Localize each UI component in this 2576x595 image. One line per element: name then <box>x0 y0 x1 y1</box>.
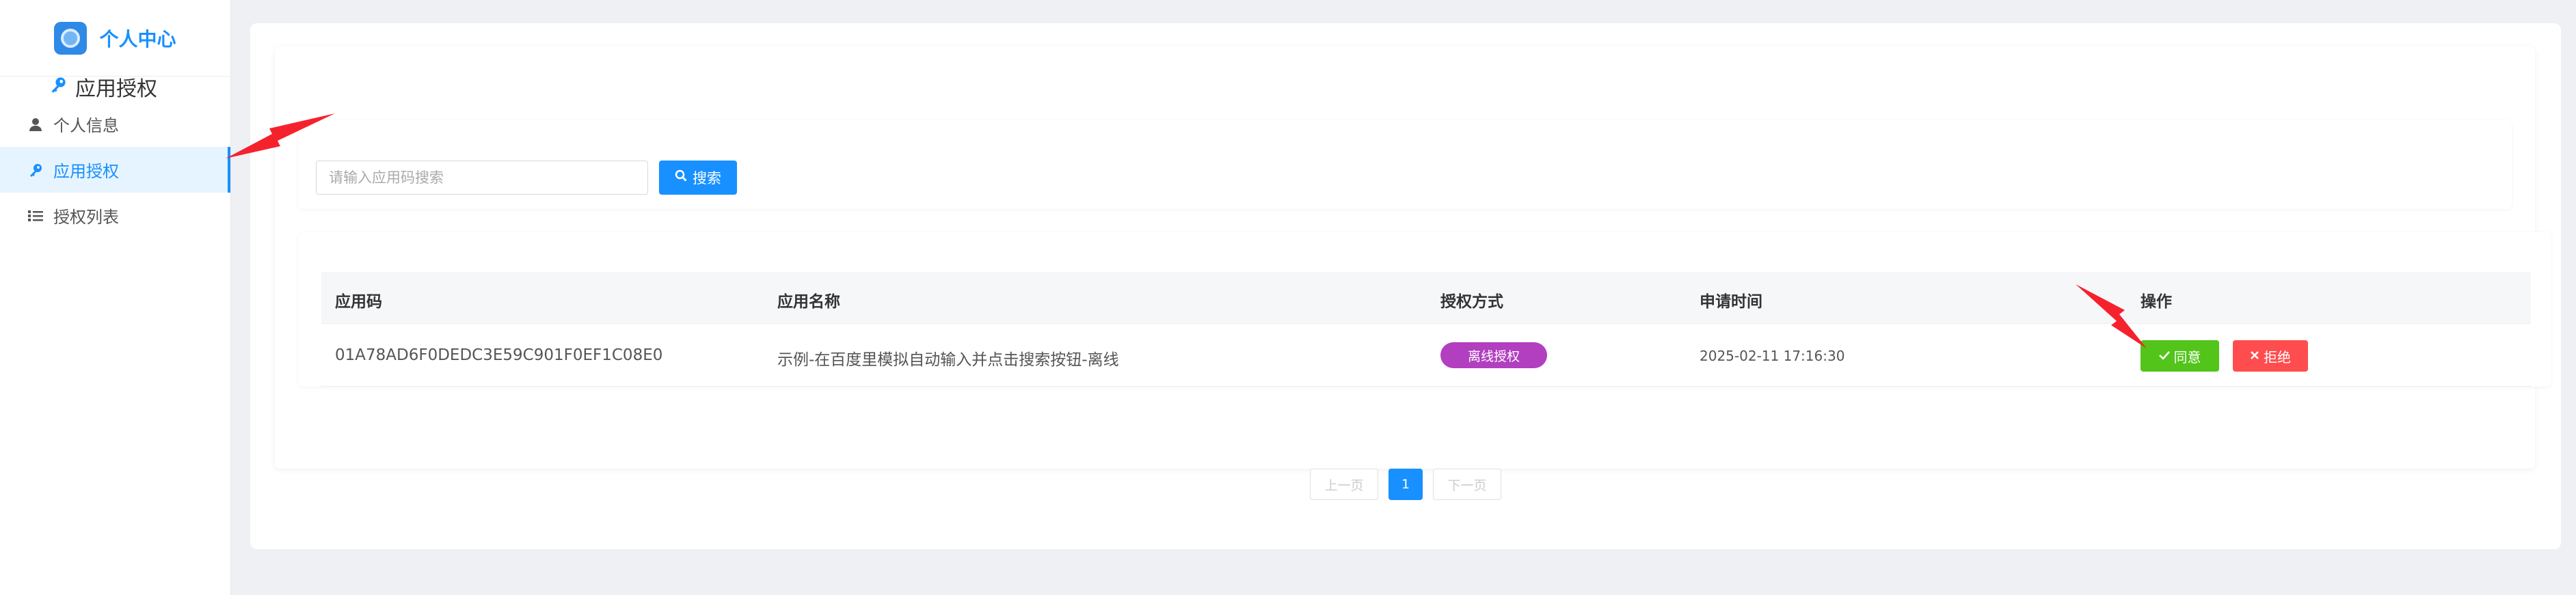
close-icon <box>2250 348 2259 364</box>
sidebar-item-authorization-list[interactable]: 授权列表 <box>0 193 230 238</box>
user-icon <box>27 116 44 133</box>
check-icon <box>2158 348 2170 364</box>
page-number-button[interactable]: 1 <box>1388 469 1423 500</box>
table-header <box>321 272 2531 324</box>
column-header-auth-type: 授权方式 <box>1440 293 1503 311</box>
search-button-label: 搜索 <box>693 171 721 186</box>
cell-apply-time: 2025-02-11 17:16:30 <box>1700 348 1845 364</box>
auth-type-badge: 离线授权 <box>1440 342 1547 368</box>
key-icon <box>49 75 67 99</box>
cell-app-code: 01A78AD6F0DEDC3E59C901F0EF1C08E0 <box>335 346 663 364</box>
brand-logo-icon <box>54 21 88 55</box>
reject-button[interactable]: 拒绝 <box>2233 340 2308 372</box>
sidebar-item-label: 个人信息 <box>53 116 119 135</box>
agree-button[interactable]: 同意 <box>2141 340 2219 372</box>
column-header-actions: 操作 <box>2141 293 2172 311</box>
sidebar-item-label: 应用授权 <box>53 162 119 181</box>
column-header-app-code: 应用码 <box>335 293 382 311</box>
prev-page-button[interactable]: 上一页 <box>1310 469 1378 500</box>
search-icon <box>675 169 687 186</box>
sidebar-item-label: 授权列表 <box>53 208 119 227</box>
page-title: 应用授权 <box>49 72 157 102</box>
sidebar-item-app-authorization[interactable]: 应用授权 <box>0 147 230 193</box>
key-icon <box>27 162 44 178</box>
column-header-apply-time: 申请时间 <box>1700 293 1762 311</box>
column-header-app-name: 应用名称 <box>777 293 840 311</box>
search-button[interactable]: 搜索 <box>659 161 737 195</box>
sidebar-item-personal-info[interactable]: 个人信息 <box>0 101 230 147</box>
agree-button-label: 同意 <box>2173 350 2201 365</box>
brand: 个人中心 <box>0 0 230 77</box>
next-page-button[interactable]: 下一页 <box>1433 469 1501 500</box>
list-icon <box>27 208 44 224</box>
search-input[interactable] <box>316 161 648 195</box>
cell-app-name: 示例-在百度里模拟自动输入并点击搜索按钮-离线 <box>777 351 1119 369</box>
reject-button-label: 拒绝 <box>2264 350 2291 365</box>
brand-title: 个人中心 <box>99 27 176 51</box>
page-title-text: 应用授权 <box>75 77 157 101</box>
sidebar-menu: 个人信息 应用授权 授权列表 <box>0 101 230 238</box>
